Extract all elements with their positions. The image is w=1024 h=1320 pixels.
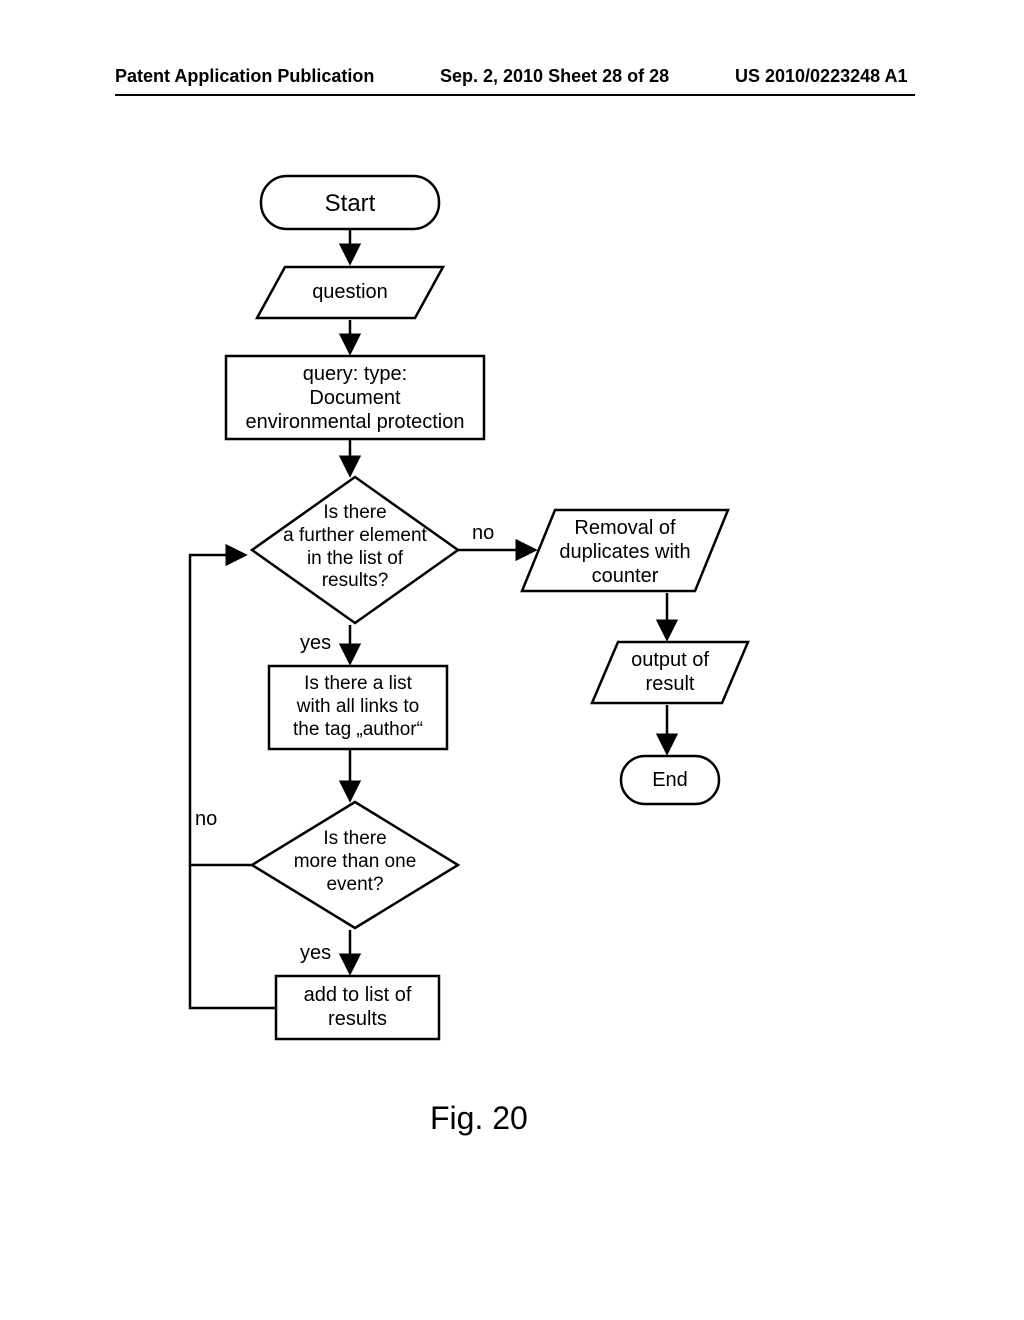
figure-label: Fig. 20 (430, 1100, 528, 1137)
edge-dec1-no: no (472, 522, 494, 545)
edge-dec1-yes: yes (300, 632, 331, 655)
edge-dec2-no: no (195, 808, 217, 831)
edge-dec2-yes: yes (300, 942, 331, 965)
